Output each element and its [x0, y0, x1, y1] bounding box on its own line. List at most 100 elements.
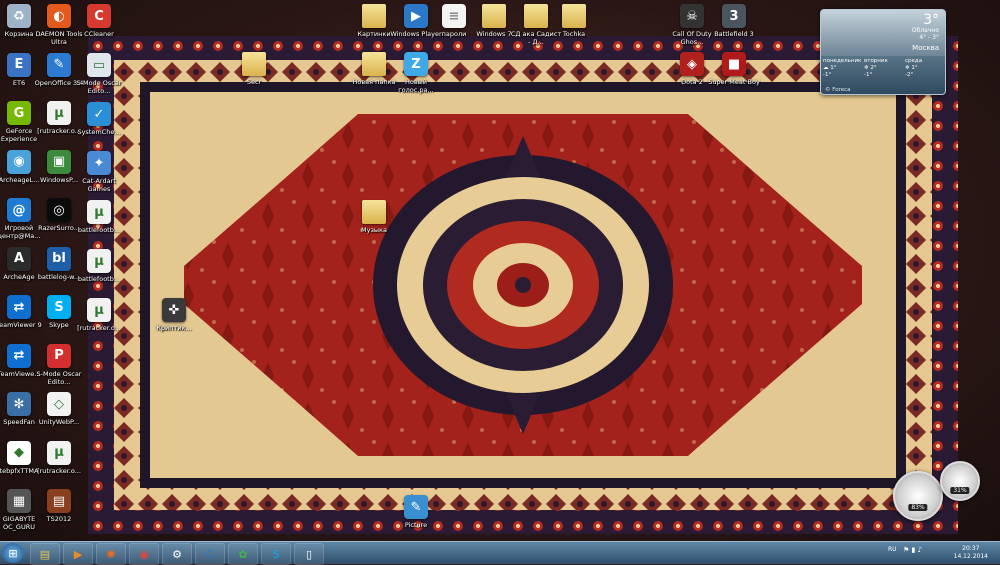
battlelog-icon: bl [47, 246, 71, 271]
taskbar-button[interactable]: ▯ [294, 543, 324, 565]
desktop-shortcut-label: Новый голос.pa... [398, 78, 434, 94]
folder-icon [362, 52, 386, 76]
folder-icon [482, 4, 506, 28]
windows-player-icon: ▶ [404, 4, 428, 28]
taskbar-button[interactable]: ✺ [96, 543, 126, 565]
desktop-shortcut[interactable]: C CCleaner [73, 4, 125, 38]
folder-icon [362, 200, 386, 224]
desktop-shortcut[interactable]: Z Новый голос.pa... [390, 52, 442, 94]
weather-forecast: понедельник ☁ 1° -1° вторник ❄ 2° -1° ср… [823, 58, 943, 79]
super-meat-boy-icon: ■ [722, 52, 746, 76]
desktop-shortcut[interactable]: µ [rutracker.o... [73, 298, 125, 332]
taskbar-button[interactable]: ▶ [63, 543, 93, 565]
taskbar-button[interactable]: ⚙ [162, 543, 192, 565]
taskbar: ⊞ RU ⚑ ▮ ♪ 20:37 14.12.2014 ▤ ▶ ✺ ◉ ⚙ C ✿ S ▯ [0, 541, 1000, 565]
forecast-day: вторник ❄ 2° -1° [864, 58, 902, 79]
desktop-shortcut-label: SystemChe... [77, 128, 121, 136]
network-icon[interactable]: ▮ [912, 546, 916, 554]
kryptic-icon: ✜ [162, 298, 186, 322]
archeage-launcher-icon: ◉ [7, 149, 31, 174]
desktop-shortcut[interactable]: ✜ Криптик... [148, 298, 200, 332]
systemcheck-icon: ✓ [87, 102, 111, 126]
snow-icon: ❄ 1° [905, 65, 918, 71]
desktop-shortcut[interactable]: µ [rutracker.o... [33, 440, 85, 475]
archeage-icon: A [7, 246, 31, 271]
desktop-shortcut[interactable]: ▭ S-Mode Oscar Edito... [73, 53, 125, 95]
weather-credit: © Foreca [825, 87, 851, 93]
cloud-snow-icon: ☁ 1° [823, 65, 837, 71]
desktop-shortcut[interactable]: Tochka [548, 4, 600, 38]
memory-gauge[interactable]: 31% [940, 461, 980, 501]
taskbar-button[interactable]: ▤ [30, 543, 60, 565]
desktop-shortcut[interactable]: 3 Battlefield 3 [708, 4, 760, 38]
action-center-icon[interactable]: ⚑ [903, 546, 909, 554]
folder-icon [362, 4, 386, 28]
desktop-shortcut-label: TS2012 [46, 515, 72, 523]
desktop-shortcut[interactable]: Музыка [348, 200, 400, 234]
desktop-shortcut[interactable]: ■ Super Meat Boy [708, 52, 760, 86]
desktop-shortcut[interactable]: ▤ TS2012 [33, 489, 85, 523]
app-orange-icon: ✺ [106, 547, 116, 561]
weather-condition: Облачно 4° - 3° [911, 27, 939, 41]
desktop-shortcut-label: Secr [246, 78, 262, 86]
weather-gadget[interactable]: 3° Облачно 4° - 3° Москва понедельник ☁ … [820, 9, 946, 95]
skype-icon: S [47, 295, 71, 319]
forecast-day: среда ❄ 1° -2° [905, 58, 943, 79]
desktop-shortcut-label: Picture [404, 521, 428, 529]
desktop-shortcut[interactable]: P S-Mode Oscar Edito... [33, 343, 85, 386]
cod-ghosts-icon: ☠ [680, 4, 704, 28]
taskbar-button[interactable]: C [195, 543, 225, 565]
desktop-shortcut[interactable]: ✓ SystemChe... [73, 102, 125, 136]
shortcut-icon: ◆ [7, 440, 31, 465]
cat-app-icon: C [206, 547, 214, 561]
snow-icon: ❄ 2° [864, 65, 877, 71]
start-button[interactable]: ⊞ [2, 543, 24, 563]
ccleaner-icon: C [87, 4, 111, 28]
desktop-shortcut[interactable]: Secr [228, 52, 280, 86]
desktop-shortcut-label: CCleaner [84, 30, 114, 38]
steam-icon: ⚙ [172, 547, 182, 561]
desktop-shortcut[interactable]: ✎ Picture [390, 495, 442, 529]
desktop-shortcut[interactable]: ✦ Cat-Ardart Games [73, 151, 125, 193]
desktop-shortcut-label: battlefootb... [77, 275, 121, 283]
taskbar-button[interactable]: ✿ [228, 543, 258, 565]
desktop-shortcut-label: S-Mode Oscar Edito... [76, 79, 122, 95]
openoffice-icon: ✎ [47, 52, 71, 77]
desktop-shortcut[interactable]: µ battlefootb... [73, 200, 125, 234]
tray-icons[interactable]: ⚑ ▮ ♪ [903, 546, 922, 554]
windows-logo-icon: ⊞ [8, 546, 18, 560]
picture-icon: ✎ [404, 495, 428, 519]
chrome-icon: ◉ [139, 547, 149, 561]
desktop-shortcut-label: [rutracker.o... [77, 324, 121, 332]
forecast-day: понедельник ☁ 1° -1° [823, 58, 862, 78]
cat-ardart-icon: ✦ [87, 151, 111, 175]
desktop-shortcut-label: UnityWebP... [38, 418, 80, 426]
desktop-shortcut-label: S-Mode Oscar Edito... [36, 369, 82, 386]
system-clock[interactable]: 20:37 14.12.2014 [954, 545, 988, 561]
teamspeak-icon: Z [404, 52, 428, 76]
pdf-icon: P [47, 343, 71, 368]
memory-usage-value: 31% [950, 487, 970, 494]
desktop-shortcut-label: Криптик... [156, 324, 192, 332]
desktop-shortcut[interactable]: µ battlefootb... [73, 249, 125, 283]
desktop-shortcut-label: Tochka [562, 30, 586, 38]
utorrent-icon: µ [87, 298, 111, 322]
utorrent-icon: µ [87, 200, 111, 224]
razer-icon: ◎ [47, 198, 71, 222]
folder-icon [562, 4, 586, 28]
skype-icon: S [272, 547, 280, 561]
cpu-gauge[interactable]: 83% [893, 471, 943, 521]
et6-icon: E [7, 52, 31, 77]
recycle-bin-icon: ♻ [7, 4, 31, 28]
weather-temperature: 3° [923, 12, 939, 28]
language-indicator[interactable]: RU [888, 546, 897, 553]
speedfan-icon: ✻ [7, 392, 31, 416]
phone-app-icon: ▯ [305, 547, 313, 561]
desktop-shortcut[interactable]: ◇ UnityWebP... [33, 392, 85, 426]
taskbar-button[interactable]: ◉ [129, 543, 159, 565]
volume-icon[interactable]: ♪ [918, 546, 922, 554]
media-player-icon: ▶ [73, 547, 83, 561]
taskbar-button[interactable]: S [261, 543, 291, 565]
utorrent-icon: µ [87, 249, 111, 273]
desktop-shortcut-label: Музыка [361, 226, 387, 234]
